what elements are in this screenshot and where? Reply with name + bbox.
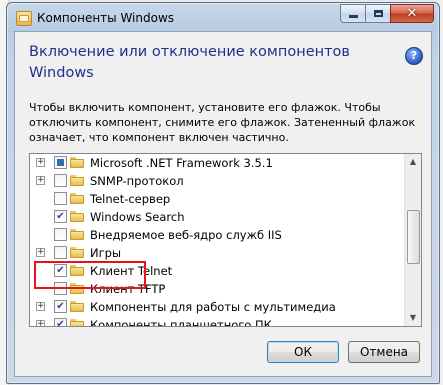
feature-row[interactable]: + Microsoft .NET Framework 3.5.1	[30, 154, 403, 172]
feature-label: Игры	[90, 246, 122, 260]
ok-button[interactable]: ОК	[267, 341, 339, 363]
feature-row[interactable]: ✔ Windows Search	[30, 208, 403, 226]
feature-row[interactable]: Telnet-сервер	[30, 190, 403, 208]
expand-plus-icon[interactable]: +	[36, 176, 45, 185]
feature-row[interactable]: + ✔ Компоненты для работы с мультимедиа	[30, 298, 403, 316]
scroll-down-arrow-icon[interactable]: ▼	[405, 310, 421, 326]
folder-icon	[70, 157, 84, 168]
feature-checkbox[interactable]: ✔	[54, 318, 67, 326]
expand-plus-icon[interactable]: +	[36, 320, 45, 326]
dialog-heading: Включение или отключение компонентов Win…	[29, 44, 350, 81]
feature-checkbox[interactable]	[54, 228, 67, 241]
folder-icon	[70, 193, 84, 204]
features-tree[interactable]: + Microsoft .NET Framework 3.5.1 + SNMP-про…	[29, 153, 422, 327]
cancel-button[interactable]: Отмена	[348, 341, 420, 363]
minimize-icon	[348, 15, 358, 18]
scroll-up-arrow-icon[interactable]: ▲	[405, 154, 421, 170]
feature-checkbox[interactable]: ✔	[54, 210, 67, 223]
minimize-button[interactable]	[340, 4, 366, 23]
window-title: Компоненты Windows	[37, 11, 175, 25]
help-icon[interactable]: ?	[405, 47, 423, 65]
feature-checkbox[interactable]	[54, 192, 67, 205]
feature-checkbox[interactable]: ✔	[54, 300, 67, 313]
feature-label: Компоненты планшетного ПК	[90, 318, 272, 327]
maximize-button[interactable]	[365, 4, 391, 23]
feature-row[interactable]: Внедряемое веб-ядро служб IIS	[30, 226, 403, 244]
feature-row[interactable]: + Игры	[30, 244, 403, 262]
maximize-icon	[373, 10, 383, 17]
feature-label: Telnet-сервер	[90, 192, 171, 206]
dialog-client-area: Включение или отключение компонентов Win…	[14, 31, 432, 377]
expand-plus-icon[interactable]: +	[36, 158, 45, 167]
feature-row[interactable]: + SNMP-протокол	[30, 172, 403, 190]
expand-plus-icon[interactable]: +	[36, 248, 45, 257]
folder-icon	[70, 211, 84, 222]
features-tree-rows: + Microsoft .NET Framework 3.5.1 + SNMP-про…	[30, 154, 403, 327]
feature-checkbox[interactable]	[54, 174, 67, 187]
title-bar[interactable]: Компоненты Windows ✕	[7, 3, 439, 31]
folder-icon	[70, 175, 84, 186]
windows-features-dialog: Компоненты Windows ✕ Включение или отклю…	[6, 2, 440, 384]
expand-plus-icon[interactable]: +	[36, 302, 45, 311]
scrollbar-thumb[interactable]	[407, 210, 420, 264]
close-button[interactable]: ✕	[390, 4, 434, 23]
folder-icon	[70, 319, 84, 326]
feature-label: Внедряемое веб-ядро служб IIS	[90, 228, 282, 242]
feature-row[interactable]: + ✔ Компоненты планшетного ПК	[30, 316, 403, 327]
dialog-description: Чтобы включить компонент, установите его…	[29, 101, 416, 144]
feature-label: Компоненты для работы с мультимедиа	[90, 300, 336, 314]
vertical-scrollbar[interactable]: ▲ ▼	[404, 154, 421, 326]
folder-icon	[70, 301, 84, 312]
feature-checkbox[interactable]	[54, 156, 67, 169]
folder-icon	[70, 229, 84, 240]
folder-icon	[70, 247, 84, 258]
close-icon: ✕	[406, 6, 418, 21]
window-app-icon	[16, 11, 32, 26]
feature-checkbox[interactable]	[54, 246, 67, 259]
feature-label: Microsoft .NET Framework 3.5.1	[90, 156, 273, 170]
feature-label: Windows Search	[90, 210, 185, 224]
highlight-annotation-box	[34, 261, 146, 289]
feature-label: SNMP-протокол	[90, 174, 184, 188]
